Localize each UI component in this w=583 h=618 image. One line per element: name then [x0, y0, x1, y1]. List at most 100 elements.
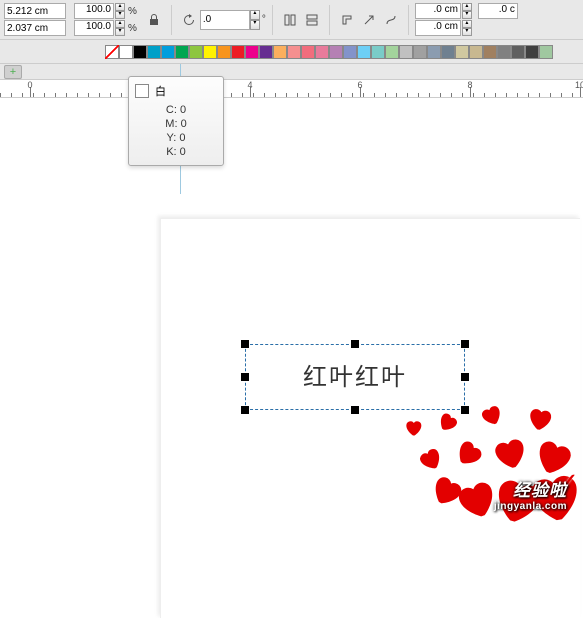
mirror-h-icon — [283, 13, 297, 27]
rotation-input[interactable] — [200, 10, 250, 30]
color-swatch[interactable] — [371, 45, 385, 59]
position-fields: 5.212 cm 2.037 cm — [4, 3, 66, 36]
curve-icon — [384, 13, 398, 27]
rotation-spinner[interactable]: ▴ ▾ — [250, 10, 260, 30]
color-swatch[interactable] — [259, 45, 273, 59]
mirror-v-icon — [305, 13, 319, 27]
page-edge — [160, 218, 580, 618]
selection-handle[interactable] — [461, 406, 469, 414]
scale-y-input[interactable]: 100.0 — [74, 20, 114, 36]
selection-handle[interactable] — [351, 340, 359, 348]
spinner-up-icon[interactable]: ▴ — [462, 20, 472, 28]
dim-a-spinner[interactable]: ▴ ▾ — [462, 3, 472, 19]
color-swatch[interactable] — [273, 45, 287, 59]
color-swatch[interactable] — [399, 45, 413, 59]
percent-unit-label: % — [128, 23, 137, 34]
wrap-button[interactable] — [336, 9, 358, 31]
y-position-input[interactable]: 2.037 cm — [4, 20, 66, 36]
lock-ratio-button[interactable] — [143, 9, 165, 31]
text-object[interactable]: 红叶红叶 — [246, 345, 464, 411]
spinner-down-icon[interactable]: ▾ — [115, 28, 125, 36]
color-swatch[interactable] — [245, 45, 259, 59]
dim-b-input[interactable]: .0 cm — [415, 20, 461, 36]
color-swatch[interactable] — [105, 45, 119, 59]
color-swatch[interactable] — [189, 45, 203, 59]
dim-b-spinner[interactable]: ▴ ▾ — [462, 20, 472, 36]
color-swatch[interactable] — [427, 45, 441, 59]
toolbar-divider — [329, 5, 330, 35]
selection-handle[interactable] — [351, 406, 359, 414]
wrap-button-3[interactable] — [380, 9, 402, 31]
color-swatch[interactable] — [329, 45, 343, 59]
canvas[interactable]: 红叶红叶 ✓ 经验啦 jingyanla.com — [0, 98, 583, 528]
color-swatch[interactable] — [441, 45, 455, 59]
color-swatch[interactable] — [203, 45, 217, 59]
add-page-button[interactable]: + — [4, 65, 22, 79]
color-swatch[interactable] — [413, 45, 427, 59]
color-swatch[interactable] — [343, 45, 357, 59]
horizontal-ruler[interactable]: 0246810 — [0, 80, 583, 98]
color-swatch[interactable] — [231, 45, 245, 59]
color-palette — [0, 40, 583, 64]
color-swatch[interactable] — [539, 45, 553, 59]
spinner-up-icon[interactable]: ▴ — [250, 10, 260, 20]
page-tabs: + — [0, 64, 583, 80]
color-swatch[interactable] — [357, 45, 371, 59]
property-toolbar: 5.212 cm 2.037 cm 100.0 ▴ ▾ % 100.0 ▴ ▾ … — [0, 0, 583, 40]
percent-unit-label: % — [128, 6, 137, 17]
selection-bounding-box[interactable]: 红叶红叶 — [245, 344, 465, 410]
arrow-corner-icon — [340, 13, 354, 27]
color-swatch[interactable] — [301, 45, 315, 59]
spinner-up-icon[interactable]: ▴ — [462, 3, 472, 11]
spinner-up-icon[interactable]: ▴ — [115, 20, 125, 28]
tooltip-magenta-value: M: 0 — [135, 117, 217, 131]
color-swatch[interactable] — [483, 45, 497, 59]
spinner-down-icon[interactable]: ▾ — [115, 11, 125, 19]
plus-icon: + — [10, 66, 16, 78]
spinner-up-icon[interactable]: ▴ — [115, 3, 125, 11]
dimension-fields: .0 cm ▴ ▾ .0 cm ▴ ▾ — [415, 3, 472, 36]
degree-unit-label: ° — [262, 14, 266, 25]
dim-c-input[interactable]: .0 c — [478, 3, 518, 19]
color-swatch[interactable] — [497, 45, 511, 59]
selection-handle[interactable] — [461, 373, 469, 381]
color-tooltip: 白 C: 0 M: 0 Y: 0 K: 0 — [128, 76, 224, 166]
tooltip-yellow-value: Y: 0 — [135, 131, 217, 145]
mirror-v-button[interactable] — [301, 9, 323, 31]
arrow-diag-icon — [362, 13, 376, 27]
scale-x-spinner[interactable]: ▴ ▾ — [115, 3, 125, 19]
toolbar-divider — [408, 5, 409, 35]
tooltip-cyan-value: C: 0 — [135, 103, 217, 117]
dim-a-input[interactable]: .0 cm — [415, 3, 461, 19]
spinner-down-icon[interactable]: ▾ — [462, 28, 472, 36]
ruler-label: 0 — [27, 80, 32, 90]
spinner-down-icon[interactable]: ▾ — [250, 20, 260, 30]
rotate-icon-button[interactable] — [178, 9, 200, 31]
color-swatch[interactable] — [147, 45, 161, 59]
color-swatch[interactable] — [511, 45, 525, 59]
spinner-down-icon[interactable]: ▾ — [462, 11, 472, 19]
color-swatch[interactable] — [525, 45, 539, 59]
selection-handle[interactable] — [461, 340, 469, 348]
selection-handle[interactable] — [241, 373, 249, 381]
color-swatch[interactable] — [217, 45, 231, 59]
color-swatch[interactable] — [455, 45, 469, 59]
color-swatch[interactable] — [469, 45, 483, 59]
ruler-label: 8 — [467, 80, 472, 90]
color-swatch[interactable] — [385, 45, 399, 59]
mirror-h-button[interactable] — [279, 9, 301, 31]
scale-x-input[interactable]: 100.0 — [74, 3, 114, 19]
color-swatch[interactable] — [161, 45, 175, 59]
color-swatch[interactable] — [315, 45, 329, 59]
scale-y-spinner[interactable]: ▴ ▾ — [115, 20, 125, 36]
lock-icon — [147, 13, 161, 27]
color-swatch[interactable] — [175, 45, 189, 59]
color-swatch[interactable] — [287, 45, 301, 59]
color-swatch[interactable] — [119, 45, 133, 59]
selection-handle[interactable] — [241, 406, 249, 414]
tooltip-color-name: 白 — [155, 83, 166, 99]
selection-handle[interactable] — [241, 340, 249, 348]
color-swatch[interactable] — [133, 45, 147, 59]
wrap-button-2[interactable] — [358, 9, 380, 31]
x-position-input[interactable]: 5.212 cm — [4, 3, 66, 19]
